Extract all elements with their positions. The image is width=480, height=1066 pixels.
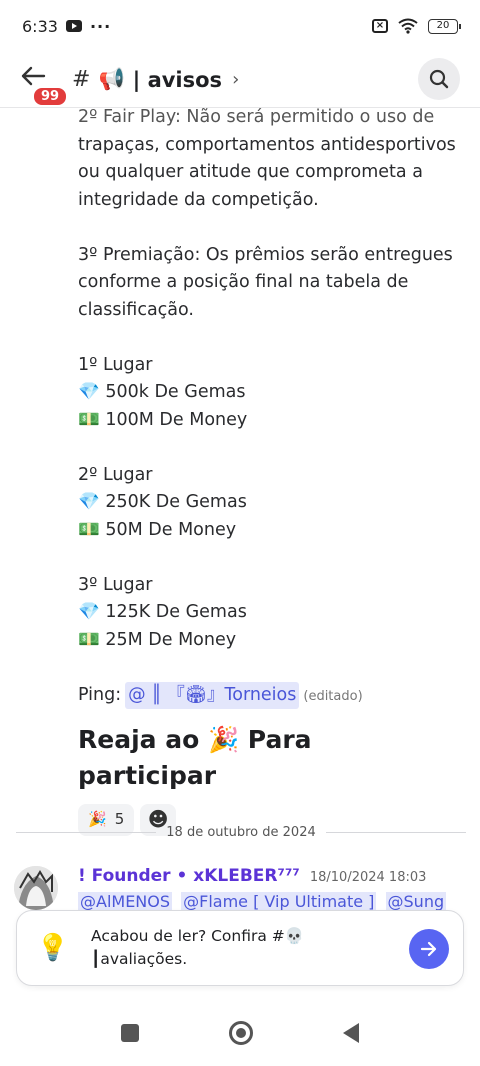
- prize-money: 💵 100M De Money: [78, 409, 248, 430]
- edited-label: (editado): [303, 688, 363, 704]
- prize-money: 💵 50M De Money: [78, 519, 237, 540]
- message-line: trapaças, comportamentos antidesportivos: [78, 134, 456, 155]
- home-button[interactable]: [229, 1021, 253, 1045]
- avatar-image: [14, 866, 58, 910]
- suggestion-text: Acabou de ler? Confira #💀 ┃avaliações.: [91, 925, 391, 971]
- place-title: 1º Lugar: [78, 354, 153, 375]
- prize-gems: 💎 250K De Gemas: [78, 492, 247, 512]
- big-heading: Reaja ao 🎉 Para participar: [78, 725, 312, 790]
- ping-row: Ping: @ ║ 『🏟』Torneios (editado): [78, 681, 458, 711]
- prize-gems: 💎 125K De Gemas: [78, 602, 247, 622]
- ping-label: Ping:: [78, 684, 122, 705]
- prize-money: 💵 25M De Money: [78, 629, 237, 650]
- battery-icon: 20: [428, 18, 461, 34]
- message-body: 2º Fair Play: Não será permitido o uso d…: [78, 104, 458, 836]
- role-mention[interactable]: @Sung: [385, 892, 447, 911]
- megaphone-icon: 📢: [98, 67, 125, 91]
- role-mention[interactable]: @AlMENOS: [78, 892, 173, 911]
- system-nav-bar: [0, 1000, 480, 1066]
- message-header: ! Founder • xKLEBER⁷⁷⁷ 18/10/2024 18:03: [78, 866, 426, 886]
- search-icon: [429, 69, 449, 89]
- no-sim-icon: ×: [372, 19, 388, 33]
- prize-gems: 💎 500k De Gemas: [78, 382, 246, 402]
- status-bar: 6:33 ··· × 20: [0, 0, 480, 52]
- suggestion-card[interactable]: 💡 Acabou de ler? Confira #💀 ┃avaliações.: [16, 910, 464, 986]
- suggestion-line: Acabou de ler? Confira #💀: [91, 927, 305, 945]
- place-title: 2º Lugar: [78, 464, 153, 485]
- system-back-button[interactable]: [343, 1023, 359, 1043]
- search-button[interactable]: [418, 58, 460, 100]
- avatar[interactable]: [14, 866, 58, 910]
- message-line: ou qualquer atitude que comprometa a: [78, 162, 423, 182]
- wifi-icon: [398, 18, 418, 34]
- role-mention[interactable]: @ ║ 『🏟』Torneios: [125, 681, 300, 709]
- status-time: 6:33: [22, 16, 58, 36]
- message-line: 3º Premiação: Os prêmios serão entregues: [78, 244, 453, 265]
- channel-header: 99 # 📢 | avisos ›: [0, 52, 480, 108]
- message-line: integridade da competição.: [78, 189, 319, 210]
- date-divider: 18 de outubro de 2024: [16, 822, 467, 842]
- youtube-icon: [65, 20, 82, 32]
- channel-title[interactable]: # 📢 | avisos ›: [72, 67, 239, 92]
- place-title: 3º Lugar: [78, 574, 153, 595]
- message-line: 2º Fair Play: Não será permitido o uso d…: [78, 107, 435, 127]
- lightbulb-icon: 💡: [36, 933, 70, 963]
- author-name[interactable]: ! Founder • xKLEBER⁷⁷⁷: [78, 866, 300, 886]
- recents-button[interactable]: [121, 1024, 139, 1042]
- date-text: 18 de outubro de 2024: [166, 824, 316, 840]
- unread-badge: 99: [32, 85, 69, 107]
- arrow-right-icon: [420, 941, 437, 957]
- message-line: classificação.: [78, 299, 194, 320]
- role-mention[interactable]: @Flame [ Vip Ultimate ]: [181, 892, 377, 911]
- back-button[interactable]: 99: [18, 60, 69, 107]
- go-button[interactable]: [409, 929, 449, 969]
- message-text: @AlMENOS @Flame [ Vip Ultimate ] @Sung: [78, 892, 474, 911]
- more-notifications-icon: ···: [89, 16, 112, 36]
- hash-icon: #: [72, 67, 91, 92]
- timestamp: 18/10/2024 18:03: [309, 870, 427, 885]
- chevron-right-icon: ›: [232, 69, 240, 90]
- message-line: conforme a posição final na tabela de: [78, 272, 409, 292]
- channel-name: | avisos: [132, 67, 223, 92]
- arrow-left-icon: [21, 66, 46, 85]
- suggestion-line: ┃avaliações.: [91, 950, 188, 968]
